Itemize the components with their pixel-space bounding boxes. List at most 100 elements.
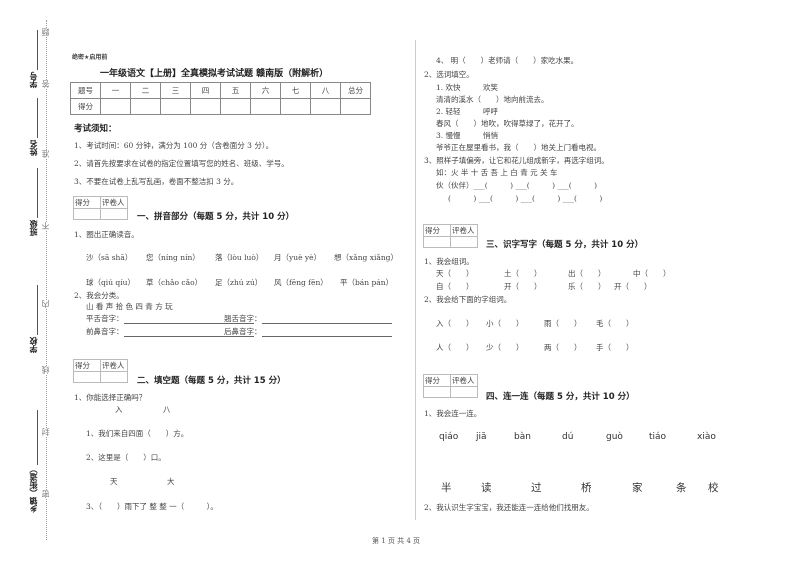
binding-char: 准: [40, 150, 51, 158]
word-blank[interactable]: 毛（ ）: [596, 318, 634, 329]
word-blank[interactable]: 中（ ）: [633, 268, 671, 279]
section-2-title: 二、填空题（每题 5 分，共计 15 分）: [137, 376, 286, 386]
binding-dotted-line: [46, 20, 47, 540]
word-choices: 2. 轻轻 呼呼: [436, 107, 499, 116]
pinyin-item[interactable]: xiào: [697, 432, 716, 442]
word-blank[interactable]: 入（ ）: [436, 318, 474, 329]
word-blank[interactable]: 手（ ）: [596, 342, 634, 353]
fill-sentence[interactable]: 1、我们来自四面（ ）方。: [86, 428, 188, 439]
section-4-title: 四、连一连（每题 5 分，共计 10 分）: [486, 392, 635, 402]
pinyin-option[interactable]: 沙（sā shā）: [86, 252, 132, 263]
radical-answers[interactable]: 伙（伙伴）___( ) ___( ) ___( ): [436, 180, 597, 191]
word-blank[interactable]: 人（ ）: [436, 342, 474, 353]
score-cell[interactable]: [220, 98, 251, 115]
grader-reviewer-cell[interactable]: [450, 386, 478, 398]
fill-sentence[interactable]: 4、 明（ ）老师请（ ）家吃水果。: [436, 55, 578, 66]
score-cell[interactable]: [160, 98, 191, 115]
char-item[interactable]: 桥: [581, 480, 592, 495]
binding-char: 线: [40, 366, 51, 374]
score-header-cell: 四: [190, 82, 221, 99]
grader-reviewer-cell[interactable]: [100, 371, 128, 383]
score-cell[interactable]: [130, 98, 161, 115]
score-cell[interactable]: [280, 98, 311, 115]
pinyin-option[interactable]: 您（níng nín）: [146, 252, 200, 263]
word-blank[interactable]: 开（ ）: [504, 281, 542, 292]
fill-sentence[interactable]: 3、（ ）雨下了 整 整 一（ ）。: [86, 501, 218, 512]
score-cell[interactable]: [190, 98, 221, 115]
qian-bi-label: 前鼻音字：: [86, 327, 124, 336]
binding-char: 密: [40, 490, 51, 498]
char-item[interactable]: 校: [708, 480, 719, 495]
fill-sentence[interactable]: 清清的溪水（ ）地向前流去。: [436, 94, 549, 105]
pinyin-item[interactable]: tiáo: [649, 432, 666, 442]
word-blank[interactable]: 少（ ）: [486, 342, 524, 353]
grader-score-label: 得分: [423, 224, 451, 237]
radical-example: 如：火 半 十 舌 吾 上 白 青 元 关 车: [436, 168, 558, 177]
word-blank[interactable]: 乐（ ）: [568, 281, 606, 292]
question: 3、照样子填偏旁，让它和花儿组成新字，再选字组词。: [424, 156, 609, 165]
qiao-she-input[interactable]: [261, 315, 392, 324]
pinyin-option[interactable]: 平（bán pán）: [340, 277, 393, 288]
word-blank[interactable]: 开（ ）: [614, 281, 652, 292]
pinyin-item[interactable]: qiáo: [439, 432, 458, 442]
pinyin-option[interactable]: 草（chǎo cǎo）: [146, 277, 202, 288]
char-item[interactable]: 读: [481, 480, 492, 495]
score-cell[interactable]: [100, 98, 131, 115]
pinyin-option[interactable]: 落（lòu luò）: [215, 252, 263, 263]
grader-box: 得分 评卷人: [423, 374, 478, 398]
char-item[interactable]: 条: [676, 480, 687, 495]
word-blank[interactable]: 自（ ）: [436, 281, 474, 292]
fill-sentence[interactable]: 春风（ ）地吹，吹得草绿了，花开了。: [436, 118, 579, 129]
grader-score-cell[interactable]: [423, 386, 451, 398]
pinyin-item[interactable]: dú: [562, 432, 573, 442]
grader-reviewer-cell[interactable]: [100, 208, 128, 220]
pinyin-option[interactable]: 月（yuè yè）: [274, 252, 321, 263]
score-header-cell: 八: [310, 82, 341, 99]
pinyin-option[interactable]: 球（qiú qíu）: [86, 277, 135, 288]
word-blank[interactable]: 土（ ）: [504, 268, 542, 279]
score-cell[interactable]: [250, 98, 281, 115]
pinyin-item[interactable]: jiā: [476, 432, 487, 442]
grader-score-cell[interactable]: [73, 208, 101, 220]
pinyin-item[interactable]: bàn: [514, 432, 531, 442]
grader-score-cell[interactable]: [423, 236, 451, 248]
question: 1、圈出正确读音。: [74, 230, 139, 239]
binding-char: 内: [40, 300, 51, 308]
word-blank[interactable]: 两（ ）: [544, 342, 582, 353]
char-item[interactable]: 过: [531, 480, 542, 495]
score-header-cell: 总分: [340, 82, 371, 99]
pinyin-item[interactable]: guò: [606, 432, 623, 442]
choice-char: 入: [115, 405, 123, 414]
word-blank[interactable]: 天（ ）: [436, 268, 474, 279]
binding-label-township: 乡镇（街道）: [29, 465, 38, 513]
binding-char: 封: [40, 428, 51, 436]
score-header-cell: 五: [220, 82, 251, 99]
score-cell[interactable]: [340, 98, 371, 115]
notice-heading: 考试须知：: [74, 124, 117, 134]
grader-score-label: 得分: [73, 359, 101, 372]
binding-label-class: 班级: [29, 220, 38, 236]
grader-box: 得分 评卷人: [423, 224, 478, 248]
hou-bi-input[interactable]: [261, 328, 392, 337]
char-item[interactable]: 半: [441, 480, 452, 495]
score-cell[interactable]: [310, 98, 341, 115]
char-item[interactable]: 家: [632, 480, 643, 495]
fill-sentence[interactable]: 爷爷正在屋里看书，我（ ）地关上门看电视。: [436, 142, 601, 153]
grader-box: 得分 评卷人: [73, 196, 128, 220]
score-header-cell: 六: [250, 82, 281, 99]
notice-item: 1、考试时间：60 分钟，满分为 100 分（含卷面分 3 分）。: [74, 141, 274, 150]
grader-reviewer-label: 评卷人: [450, 374, 478, 387]
binding-label-school: 学校: [29, 337, 38, 353]
word-blank[interactable]: 小（ ）: [486, 318, 524, 329]
radical-answers[interactable]: ( ) ___( ) ___( ) ___( ): [448, 193, 602, 204]
word-blank[interactable]: 雨（ ）: [544, 318, 582, 329]
pinyin-option[interactable]: 足（zhú zú）: [215, 277, 262, 288]
pinyin-option[interactable]: 想（xǎng xiǎng）: [334, 252, 398, 263]
grader-reviewer-cell[interactable]: [450, 236, 478, 248]
fill-sentence[interactable]: 2、这里是（ ）口。: [86, 452, 166, 463]
pinyin-option[interactable]: 风（fēng fēn）: [274, 277, 328, 288]
grader-score-cell[interactable]: [73, 371, 101, 383]
grader-reviewer-label: 评卷人: [100, 196, 128, 209]
choice-char: 大: [167, 477, 175, 486]
word-blank[interactable]: 出（ ）: [568, 268, 606, 279]
